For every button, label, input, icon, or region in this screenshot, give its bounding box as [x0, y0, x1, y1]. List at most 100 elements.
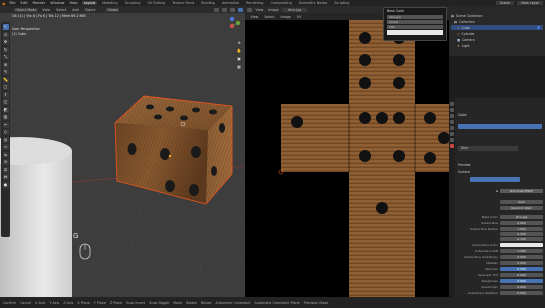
- uv-menu-image[interactable]: Image: [267, 8, 280, 12]
- status-item: Z Axis: [63, 300, 74, 305]
- snap-toggle-button[interactable]: [214, 7, 219, 12]
- rip-tool-icon[interactable]: ⋈: [2, 174, 9, 180]
- render-tab-icon[interactable]: [450, 108, 454, 112]
- uv-sub-uv[interactable]: UV: [295, 15, 303, 19]
- tab-texture-paint[interactable]: Texture Paint: [170, 1, 196, 5]
- status-item: Move: [173, 300, 183, 305]
- dice-texture: [281, 20, 449, 297]
- menu-window[interactable]: Window: [49, 1, 65, 5]
- tool-tab-icon[interactable]: [450, 102, 454, 106]
- object-tab-icon[interactable]: [450, 132, 454, 136]
- menu-edit[interactable]: Edit: [20, 1, 29, 5]
- tab-uv-editing[interactable]: UV Editing: [145, 1, 167, 5]
- outliner-row[interactable]: ■ Camera: [451, 37, 543, 42]
- poly-build-tool-icon[interactable]: ◇: [2, 129, 9, 135]
- material-name-field[interactable]: Dice: [458, 146, 518, 151]
- status-item: Confirm: [3, 300, 16, 305]
- outliner-row[interactable]: ▽ Cube: [451, 25, 543, 30]
- menu-render[interactable]: Render: [31, 1, 46, 5]
- scene-selector[interactable]: Scene: [495, 1, 514, 5]
- subsurface-color-swatch[interactable]: [500, 242, 543, 247]
- popup-projection-field[interactable]: Flat: [387, 25, 443, 29]
- uv-menu-view[interactable]: View: [254, 8, 265, 12]
- navigation-gizmo[interactable]: [222, 16, 242, 36]
- viewport-menu-object[interactable]: Object: [83, 8, 97, 12]
- outliner-row[interactable]: ▤ Scene Collection: [451, 13, 543, 18]
- extrude-tool-icon[interactable]: ⇑: [2, 91, 9, 98]
- camera-view-icon[interactable]: ▣: [236, 56, 242, 62]
- loop-cut-tool-icon[interactable]: ▥: [2, 114, 9, 120]
- edge-slide-tool-icon[interactable]: ⇋: [2, 151, 9, 158]
- cylinder-object[interactable]: [0, 137, 72, 297]
- view-layer-selector[interactable]: View Layer: [516, 1, 543, 5]
- blender-logo-icon[interactable]: ◉: [2, 1, 6, 6]
- scale-tool-icon[interactable]: ⤡: [2, 54, 9, 60]
- surface-shader-field[interactable]: Principled BSDF: [500, 188, 543, 193]
- perspective-toggle-icon[interactable]: ▦: [236, 64, 242, 70]
- paint-tool-icon[interactable]: ●: [2, 181, 9, 188]
- image-editor[interactable]: [245, 6, 449, 297]
- proportional-edit-button[interactable]: [222, 7, 227, 12]
- outliner-row[interactable]: ▤ Collection: [451, 19, 543, 24]
- menu-file[interactable]: File: [9, 1, 17, 5]
- outliner-row[interactable]: ▽ Cylinder: [451, 31, 543, 36]
- light-icon: ✦: [457, 43, 460, 48]
- surface-panel-header[interactable]: Surface: [458, 170, 470, 174]
- annotate-tool-icon[interactable]: ✎: [2, 69, 9, 75]
- material-slot-selected[interactable]: [458, 124, 542, 129]
- inset-tool-icon[interactable]: ◫: [2, 99, 9, 105]
- tab-sculpting[interactable]: Sculpting: [123, 1, 143, 5]
- use-nodes-button[interactable]: [470, 177, 520, 182]
- viewport-menu-select[interactable]: Select: [55, 8, 68, 12]
- shrink-tool-icon[interactable]: ⊖: [2, 159, 9, 165]
- shear-tool-icon[interactable]: ⧄: [2, 166, 9, 173]
- world-tab-icon[interactable]: [450, 126, 454, 130]
- tab-compositing[interactable]: Compositing: [268, 1, 293, 5]
- tab-animation[interactable]: Animation: [220, 1, 241, 5]
- tab-shading[interactable]: Shading: [199, 1, 217, 5]
- scene-tab-icon[interactable]: [450, 120, 454, 124]
- tab-geometry-nodes[interactable]: Geometry Nodes: [297, 1, 330, 5]
- pan-icon[interactable]: ✋: [236, 48, 242, 54]
- output-tab-icon[interactable]: [450, 114, 454, 118]
- orientation-selector[interactable]: Global: [105, 7, 120, 12]
- tab-scripting[interactable]: Scripting: [332, 1, 351, 5]
- measure-tool-icon[interactable]: 📏: [2, 76, 9, 83]
- menu-help[interactable]: Help: [68, 1, 78, 5]
- transform-tool-icon[interactable]: ⊞: [2, 61, 9, 68]
- popup-color-swatch[interactable]: [387, 30, 443, 35]
- image-name-field[interactable]: dice.jpg: [282, 7, 308, 12]
- select-tool-icon[interactable]: ↖: [2, 24, 9, 30]
- uv-sub-select[interactable]: Select: [263, 15, 276, 19]
- outliner-row[interactable]: ✦ Light: [451, 43, 543, 48]
- knife-tool-icon[interactable]: ✂: [2, 121, 9, 128]
- modifier-tab-icon[interactable]: [450, 138, 454, 142]
- preview-panel-header[interactable]: Preview: [458, 163, 470, 167]
- uv-sub-image[interactable]: Image: [279, 15, 292, 19]
- bevel-tool-icon[interactable]: ◩: [2, 106, 9, 113]
- dice-cube-object[interactable]: [114, 95, 233, 205]
- tab-modeling[interactable]: Modeling: [100, 1, 119, 5]
- material-tab-icon[interactable]: [450, 144, 454, 148]
- popup-image-field[interactable]: dice.jpg: [387, 15, 443, 19]
- add-cube-tool-icon[interactable]: ▢: [2, 84, 9, 90]
- tab-layout[interactable]: Layout: [81, 1, 98, 5]
- cursor-tool-icon[interactable]: ⊙: [2, 31, 9, 38]
- surface-row: ▪ Principled BSDF: [457, 188, 543, 193]
- move-tool-icon[interactable]: ✥: [2, 39, 9, 45]
- 3d-viewport[interactable]: [0, 6, 245, 297]
- mode-selector[interactable]: Object Mode: [14, 7, 38, 12]
- editor-type-icon[interactable]: [247, 7, 252, 12]
- uv-sub-view[interactable]: View: [249, 15, 260, 19]
- overlays-button[interactable]: [230, 7, 235, 12]
- smooth-tool-icon[interactable]: ≈: [2, 144, 9, 150]
- zoom-icon[interactable]: ⊕: [236, 40, 242, 46]
- shading-button[interactable]: [238, 7, 243, 12]
- viewport-menu-view[interactable]: View: [41, 8, 52, 12]
- rotate-tool-icon[interactable]: ↻: [2, 46, 9, 53]
- visibility-icon[interactable]: [537, 26, 540, 29]
- viewport-menu-add[interactable]: Add: [71, 8, 80, 12]
- spin-tool-icon[interactable]: ◎: [2, 136, 9, 143]
- tab-rendering[interactable]: Rendering: [244, 1, 265, 5]
- popup-interpolation-field[interactable]: Linear: [387, 20, 443, 24]
